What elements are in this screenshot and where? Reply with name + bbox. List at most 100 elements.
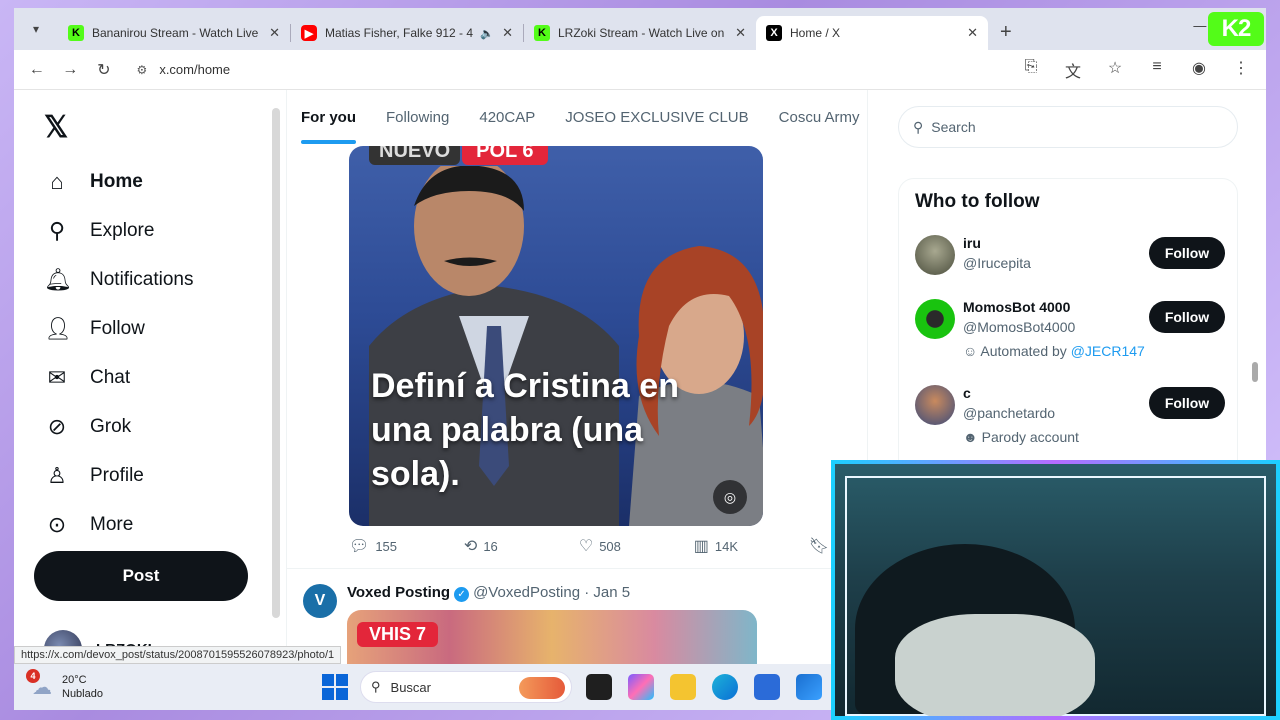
speaker-icon[interactable]: 🔈 — [480, 27, 494, 40]
suggestion-name: iru — [963, 235, 981, 251]
tweet-date[interactable]: Jan 5 — [593, 584, 630, 601]
like-button[interactable]: ♡ 508 — [579, 536, 694, 556]
site-info-icon[interactable]: ⚙ — [137, 63, 148, 77]
profile-icon[interactable]: ◉ — [1182, 58, 1216, 82]
automated-by-link[interactable]: @JECR147 — [1071, 343, 1145, 359]
author-name[interactable]: Voxed Posting — [347, 584, 450, 601]
tab-strip: ▾ K Bananirou Stream - Watch Live ✕ ▶ Ma… — [14, 8, 1266, 50]
tweet-header: Voxed Posting ✓ @VoxedPosting · Jan 5 — [347, 584, 631, 602]
edge-icon[interactable] — [712, 674, 738, 700]
repost-button[interactable]: ⟲ 16 — [464, 536, 579, 556]
more-icon: ⊙ — [47, 512, 67, 537]
left-scrollbar[interactable] — [272, 108, 280, 618]
kick-icon: K — [534, 25, 550, 41]
media-control-icon[interactable]: ≡ — [1140, 58, 1174, 82]
post-actions: 💬︎ 155 ⟲ 16 ♡ 508 ▥ 14K 🔖︎ — [349, 536, 829, 556]
close-icon[interactable]: ✕ — [735, 25, 746, 41]
left-nav: 𝕏 ⌂ Home ⚲ Explore 🔔︎ Notifications 👤︎ F… — [24, 90, 274, 710]
install-app-icon[interactable]: ⎘ — [1014, 58, 1048, 82]
tab-1[interactable]: ▶ Matias Fisher, Falke 912 - 4 🔈 ✕ — [291, 16, 523, 50]
outlook-icon[interactable] — [796, 674, 822, 700]
tab-for-you[interactable]: For you — [301, 90, 356, 144]
feed-tabs: For you Following 420CAP JOSEO EXCLUSIVE… — [287, 90, 867, 144]
tab-joseo-exclusive-club[interactable]: JOSEO EXCLUSIVE CLUB — [565, 90, 748, 144]
forward-icon[interactable]: → — [54, 61, 88, 79]
search-input[interactable]: ⚲ Search — [898, 106, 1238, 148]
avatar[interactable] — [915, 299, 955, 339]
nav-grok[interactable]: ⊘ Grok — [44, 407, 131, 447]
post-button[interactable]: Post — [34, 551, 248, 601]
nav-profile[interactable]: ♙ Profile — [44, 456, 144, 496]
webcam-overlay — [831, 460, 1280, 720]
tab-3[interactable]: X Home / X ✕ — [756, 16, 988, 50]
close-icon[interactable]: ✕ — [502, 25, 513, 41]
webcam-feed — [835, 464, 1276, 716]
tab-coscu-army[interactable]: Coscu Army — [779, 90, 860, 144]
new-tab-button[interactable]: + — [1000, 21, 1012, 44]
tab-title: Bananirou Stream - Watch Live — [92, 26, 259, 40]
follow-button[interactable]: Follow — [1149, 387, 1225, 419]
streamer-face — [895, 614, 1095, 716]
avatar[interactable] — [915, 235, 955, 275]
mask-icon: ☻ — [963, 429, 982, 445]
reload-icon[interactable]: ↻ — [87, 60, 121, 80]
tab-420cap[interactable]: 420CAP — [479, 90, 535, 144]
search-icon: ⚲ — [371, 679, 381, 694]
url-text: x.com/home — [159, 62, 231, 77]
nav-follow[interactable]: 👤︎ Follow — [44, 309, 145, 349]
store-icon[interactable] — [754, 674, 780, 700]
bell-icon: 🔔︎ — [44, 267, 72, 292]
menu-icon[interactable]: ⋮ — [1224, 58, 1258, 82]
person-icon: ♙ — [47, 463, 67, 488]
grok-icon: ⊘ — [47, 414, 67, 439]
x-logo-icon[interactable]: 𝕏 — [44, 110, 68, 145]
tab-search-dropdown[interactable]: ▾ — [22, 15, 50, 43]
windows-start-icon[interactable] — [322, 674, 348, 700]
tab-0[interactable]: K Bananirou Stream - Watch Live ✕ — [58, 16, 290, 50]
nav-more[interactable]: ⊙ More — [44, 505, 134, 545]
file-explorer-icon[interactable] — [670, 674, 696, 700]
status-link-preview: https://x.com/devox_post/status/20087015… — [14, 646, 342, 664]
right-scrollbar[interactable] — [1252, 362, 1258, 382]
envelope-icon: ✉ — [47, 365, 67, 390]
views-button[interactable]: ▥ 14K — [694, 536, 809, 556]
suggestion-handle: @MomosBot4000 — [963, 319, 1076, 335]
media-options-icon[interactable]: ◎ — [713, 480, 747, 514]
follow-button[interactable]: Follow — [1149, 237, 1225, 269]
post-image-badge: VHIS 7 — [357, 622, 439, 647]
kick-icon: K — [68, 25, 84, 41]
avatar[interactable] — [915, 385, 955, 425]
post-image-badge: NUEVO POL 6 — [369, 146, 548, 165]
translate-icon[interactable]: 文 — [1056, 58, 1090, 82]
post-image[interactable]: NUEVO POL 6 Definí a Cristina en una pal… — [349, 146, 763, 526]
close-icon[interactable]: ✕ — [269, 25, 280, 41]
youtube-icon: ▶ — [301, 25, 317, 41]
star-icon[interactable]: ☆ — [1098, 58, 1132, 82]
copilot-icon[interactable] — [628, 674, 654, 700]
nav-home[interactable]: ⌂ Home — [44, 162, 142, 202]
reply-button[interactable]: 💬︎ 155 — [349, 536, 464, 556]
tab-following[interactable]: Following — [386, 90, 449, 144]
weather-widget[interactable]: ☁ 4 20°C Nublado — [26, 668, 282, 701]
back-icon[interactable]: ← — [20, 61, 54, 79]
task-view-icon[interactable] — [586, 674, 612, 700]
reply-icon: 💬︎ — [349, 538, 370, 555]
close-icon[interactable]: ✕ — [967, 25, 978, 41]
avatar[interactable]: V — [303, 584, 337, 618]
robot-icon: ☺ — [963, 343, 981, 359]
address-bar[interactable]: ⚙ x.com/home — [127, 55, 1014, 85]
tab-2[interactable]: K LRZoki Stream - Watch Live on ✕ — [524, 16, 756, 50]
author-handle[interactable]: @VoxedPosting — [473, 584, 580, 601]
follow-button[interactable]: Follow — [1149, 301, 1225, 333]
minimize-icon[interactable]: — — [1193, 18, 1206, 34]
taskbar-search[interactable]: ⚲ Buscar — [360, 671, 572, 703]
suggestion-name: MomosBot 4000 — [963, 299, 1071, 315]
bookmark-icon[interactable]: 🔖︎ — [809, 536, 829, 556]
nav-notifications[interactable]: 🔔︎ Notifications — [44, 260, 194, 300]
nav-explore[interactable]: ⚲ Explore — [44, 211, 154, 251]
panel-title: Who to follow — [915, 191, 1040, 212]
heart-icon: ♡ — [578, 538, 594, 555]
automated-label: ☺ Automated by @JECR147 — [963, 343, 1145, 359]
nav-chat[interactable]: ✉ Chat — [44, 358, 130, 398]
suggestion-handle: @Irucepita — [963, 255, 1031, 271]
